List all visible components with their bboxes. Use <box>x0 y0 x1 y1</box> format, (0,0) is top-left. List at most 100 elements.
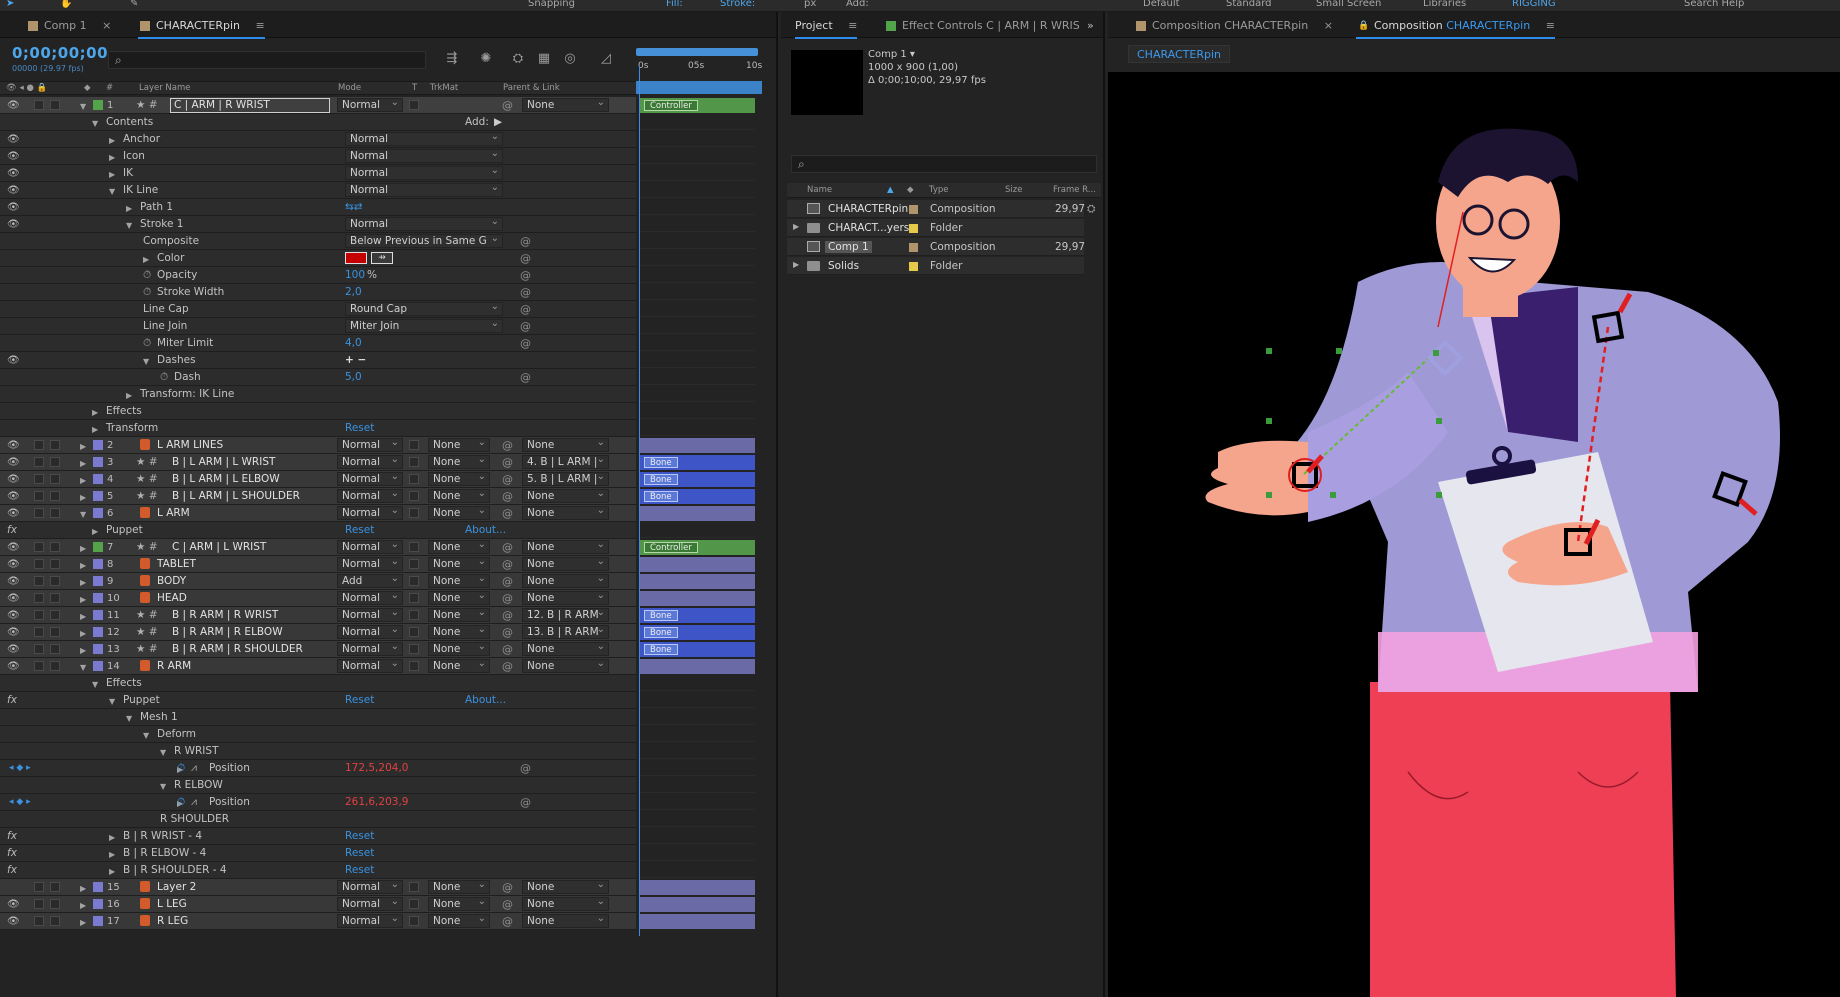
tab-comp-1[interactable]: Comp 1 × <box>26 17 111 35</box>
chevron-down-icon[interactable]: ▼ <box>80 661 86 674</box>
stopwatch-active-icon[interactable]: ⏱ <box>177 796 185 809</box>
preserve-transparency-toggle[interactable] <box>409 457 419 467</box>
lock-toggle[interactable] <box>50 882 60 892</box>
col-type[interactable]: Type <box>929 185 949 195</box>
chevron-right-icon[interactable]: ▶ <box>126 202 132 215</box>
blend-mode-dropdown[interactable]: Normal <box>337 608 403 622</box>
project-item-name[interactable]: CHARACT...yers <box>825 222 912 234</box>
preserve-transparency-toggle[interactable] <box>409 508 419 518</box>
solo-toggle[interactable] <box>34 559 44 569</box>
workspace-default[interactable]: Default <box>1143 0 1180 9</box>
panel-menu-icon[interactable]: ≡ <box>256 19 265 32</box>
property-row[interactable]: ▼ Deform <box>0 726 636 743</box>
workspace-rigging[interactable]: RIGGING <box>1512 0 1556 9</box>
parent-pickwhip-icon[interactable]: @ <box>502 898 513 911</box>
solo-toggle[interactable] <box>34 474 44 484</box>
lock-toggle[interactable] <box>50 474 60 484</box>
lock-toggle[interactable] <box>50 100 60 110</box>
work-area-bar[interactable] <box>636 48 758 56</box>
parent-dropdown[interactable]: 5. B | L ARM | <box>522 472 609 486</box>
layer-track-bar[interactable]: Controller <box>640 540 755 555</box>
playhead[interactable] <box>639 66 640 936</box>
parent-pickwhip-icon[interactable]: @ <box>502 473 513 486</box>
fx-icon[interactable]: fx <box>7 524 17 537</box>
property-row[interactable]: 👁 ▼ Dashes + − <box>0 352 636 369</box>
trkmat-dropdown[interactable]: None <box>428 880 490 894</box>
comp-name[interactable]: Comp 1 <box>868 49 907 60</box>
layer-track-bar[interactable]: Bone <box>640 608 755 623</box>
layer-track-bar[interactable]: Controller <box>640 98 755 113</box>
preserve-transparency-toggle[interactable] <box>409 882 419 892</box>
graph-editor-icon[interactable]: ◿ <box>598 51 614 67</box>
label-color-swatch[interactable] <box>93 474 103 484</box>
blend-mode-dropdown[interactable]: Normal <box>337 489 403 503</box>
trkmat-dropdown[interactable]: None <box>428 489 490 503</box>
label-color-swatch[interactable] <box>93 627 103 637</box>
property-mode-dropdown[interactable]: Normal <box>345 149 503 163</box>
flowchart-icon[interactable]: ⛭ <box>1087 203 1095 216</box>
keyframe-nav-icon[interactable]: ◂ ◆ ▸ <box>9 796 31 809</box>
parent-dropdown[interactable]: None <box>522 574 609 588</box>
layer-row[interactable]: ▶ 15 Layer 2 Normal None @ None <box>0 879 636 896</box>
parent-dropdown[interactable]: None <box>522 591 609 605</box>
chevron-right-icon[interactable]: ▶ <box>126 389 132 402</box>
workspace-small-screen[interactable]: Small Screen <box>1316 0 1381 9</box>
preserve-transparency-toggle[interactable] <box>409 593 419 603</box>
reset-link[interactable]: Reset <box>345 847 374 860</box>
parent-pickwhip-icon[interactable]: @ <box>502 507 513 520</box>
chevron-right-icon[interactable]: ▶ <box>80 559 86 572</box>
property-row[interactable]: ▼ Mesh 1 <box>0 709 636 726</box>
eye-icon[interactable]: 👁 <box>7 150 20 163</box>
fx-icon[interactable]: fx <box>7 694 17 707</box>
property-mode-dropdown[interactable]: Normal <box>345 217 503 231</box>
chevron-right-icon[interactable]: ▶ <box>80 491 86 504</box>
col-trkmat[interactable]: TrkMat <box>430 83 458 93</box>
lock-toggle[interactable] <box>50 576 60 586</box>
trkmat-dropdown[interactable]: None <box>428 455 490 469</box>
property-row[interactable]: Line Join Miter Join @ <box>0 318 636 335</box>
parent-pickwhip-icon[interactable]: @ <box>502 915 513 928</box>
layer-track-bar[interactable]: Bone <box>640 455 755 470</box>
layer-row[interactable]: 👁 ▶ 5 ★ # B | L ARM | L SHOULDER Normal None @ N… <box>0 488 636 505</box>
sort-asc-icon[interactable]: ▲ <box>887 185 894 195</box>
solo-toggle[interactable] <box>34 593 44 603</box>
chevron-right-icon[interactable]: ▶ <box>109 151 115 164</box>
lock-toggle[interactable] <box>50 559 60 569</box>
eye-icon[interactable]: 👁 <box>7 354 20 367</box>
chevron-down-icon[interactable]: ▼ <box>92 678 98 691</box>
label-color-swatch[interactable] <box>93 100 103 110</box>
blend-mode-dropdown[interactable]: Normal <box>337 557 403 571</box>
layer-name[interactable]: R ARM <box>157 660 191 673</box>
graph-icon[interactable]: ⩘ <box>191 762 197 775</box>
layer-name[interactable]: TABLET <box>157 558 196 571</box>
preserve-transparency-toggle[interactable] <box>409 576 419 586</box>
trkmat-dropdown[interactable]: None <box>428 914 490 928</box>
trkmat-dropdown[interactable]: None <box>428 472 490 486</box>
solo-toggle[interactable] <box>34 882 44 892</box>
parent-dropdown[interactable]: None <box>522 489 609 503</box>
add-content-button[interactable]: Add: <box>465 116 489 129</box>
property-row[interactable]: 👁 ▶ Icon Normal <box>0 148 636 165</box>
layer-name[interactable]: B | L ARM | L SHOULDER <box>172 490 300 503</box>
chevron-down-icon[interactable]: ▼ <box>160 780 166 793</box>
parent-pickwhip-icon[interactable]: @ <box>502 99 513 112</box>
layer-row[interactable]: 👁 ▼ 6 L ARM Normal None @ None <box>0 505 636 522</box>
property-row[interactable]: fx ▶ B | R ELBOW - 4 Reset <box>0 845 636 862</box>
property-value-dropdown[interactable]: Miter Join <box>345 319 503 333</box>
chevron-right-icon[interactable]: ▶ <box>80 627 86 640</box>
eye-icon[interactable]: 👁 <box>7 541 20 554</box>
property-value[interactable]: 261,6,203,9 <box>345 796 408 809</box>
property-value[interactable]: 2,0 <box>345 286 362 299</box>
blend-mode-dropdown[interactable]: Normal <box>337 506 403 520</box>
property-row[interactable]: ▶ Color ⇸ @ <box>0 250 636 267</box>
parent-dropdown[interactable]: None <box>522 659 609 673</box>
blend-mode-dropdown[interactable]: Normal <box>337 880 403 894</box>
property-value[interactable]: 100 <box>345 269 365 282</box>
solo-toggle[interactable] <box>34 627 44 637</box>
property-row[interactable]: fx ▶ B | R WRIST - 4 Reset <box>0 828 636 845</box>
solo-toggle[interactable] <box>34 661 44 671</box>
parent-dropdown[interactable]: None <box>522 557 609 571</box>
layer-row[interactable]: 👁 ▶ 13 ★ # B | R ARM | R SHOULDER Normal None @… <box>0 641 636 658</box>
comp-breadcrumb[interactable]: CHARACTERpin <box>1128 45 1231 63</box>
blend-mode-dropdown[interactable]: Normal <box>337 642 403 656</box>
